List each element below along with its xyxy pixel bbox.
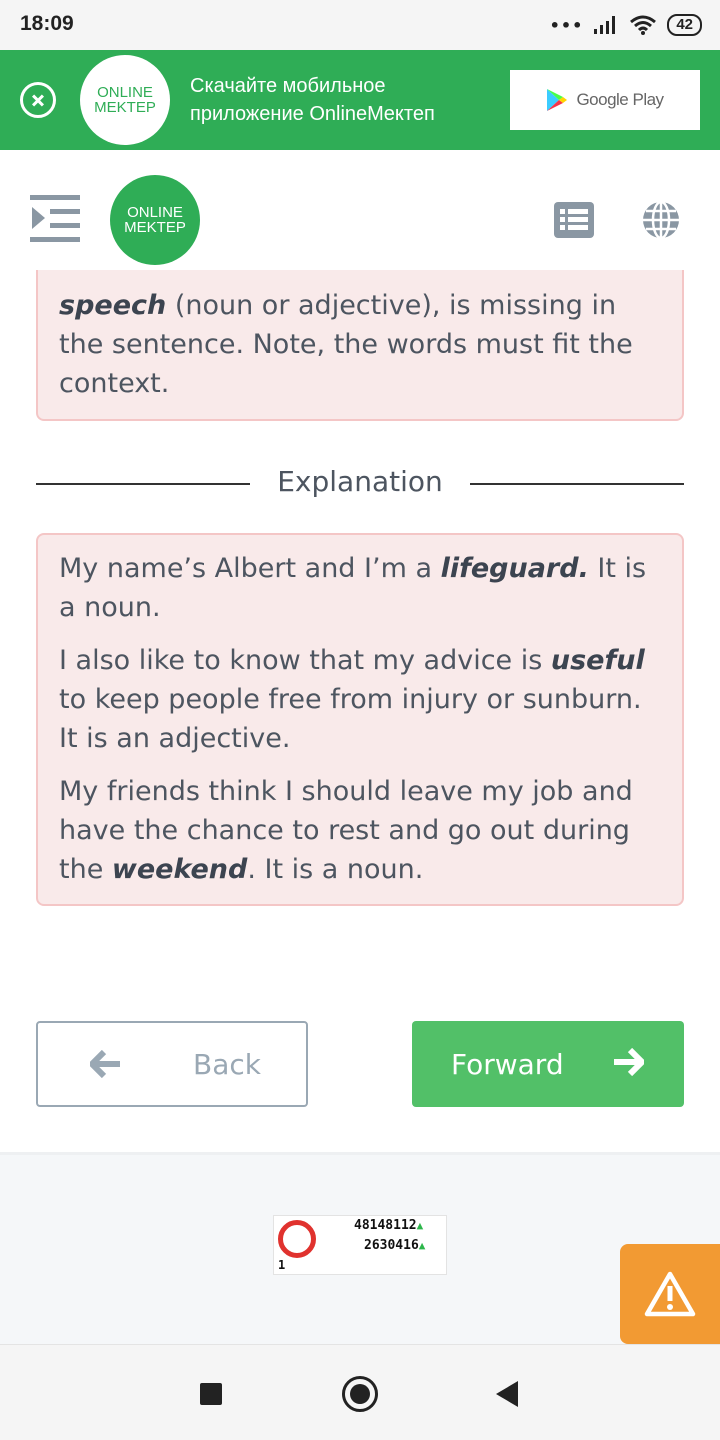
app-promo-banner: ONLINE MEKTEP Скачайте мобильное приложе… bbox=[0, 50, 720, 150]
explanation-card: My name’s Albert and I’m a lifeguard. It… bbox=[36, 533, 684, 906]
back-button[interactable]: Back bbox=[36, 1021, 308, 1107]
text: I also like to know that my advice is bbox=[59, 645, 551, 676]
header-logo[interactable]: ONLINE MEKTEP bbox=[110, 175, 200, 265]
counter-value: 2630416 bbox=[364, 1238, 419, 1253]
report-problem-button[interactable] bbox=[620, 1244, 720, 1344]
status-time: 18:09 bbox=[20, 12, 74, 35]
answer-word: lifeguard. bbox=[440, 553, 589, 584]
list-icon[interactable] bbox=[554, 202, 594, 238]
status-bar: 18:09 ••• 42 bbox=[0, 0, 720, 50]
menu-indent-icon[interactable] bbox=[30, 195, 82, 243]
status-icons: ••• 42 bbox=[550, 12, 702, 38]
signal-icon bbox=[594, 16, 616, 34]
text: . It is a noun. bbox=[247, 854, 424, 885]
task-bold-term: speech bbox=[59, 290, 167, 321]
counter-line2: 2630416▲ bbox=[364, 1238, 426, 1253]
back-triangle-icon[interactable] bbox=[496, 1381, 518, 1407]
site-header: ONLINE MEKTEP bbox=[0, 150, 720, 290]
recent-apps-icon[interactable] bbox=[200, 1383, 222, 1405]
google-play-icon bbox=[547, 89, 568, 111]
system-navigation-bar bbox=[0, 1344, 720, 1440]
forward-button[interactable]: Forward bbox=[412, 1021, 684, 1107]
logo-line2: MEKTEP bbox=[124, 219, 186, 236]
battery-indicator: 42 bbox=[667, 14, 702, 36]
text: My name’s Albert and I’m a bbox=[59, 553, 441, 584]
forward-label: Forward bbox=[451, 1047, 564, 1081]
explanation-heading: Explanation bbox=[277, 465, 443, 498]
onlinemektep-logo: ONLINE MEKTEP bbox=[80, 55, 170, 145]
logo-line2: MEKTEP bbox=[94, 99, 156, 116]
notification-dots: ••• bbox=[549, 15, 584, 35]
counter-logo bbox=[278, 1220, 316, 1258]
explanation-divider: Explanation bbox=[36, 463, 684, 505]
counter-rank: 1 bbox=[278, 1258, 286, 1272]
wifi-icon bbox=[630, 15, 657, 35]
globe-icon[interactable] bbox=[641, 200, 681, 240]
google-play-button[interactable]: Google Play bbox=[510, 70, 700, 130]
logo-line1: ONLINE bbox=[97, 84, 153, 101]
close-icon[interactable] bbox=[20, 82, 56, 118]
answer-word: weekend bbox=[111, 854, 248, 885]
counter-line1: 48148112▲ bbox=[354, 1218, 424, 1233]
home-icon[interactable] bbox=[342, 1376, 378, 1412]
warning-icon bbox=[644, 1271, 696, 1317]
answer-word: useful bbox=[550, 645, 645, 676]
arrow-right-icon bbox=[614, 1048, 644, 1076]
back-label: Back bbox=[193, 1047, 261, 1081]
text: to keep people free from injury or sunbu… bbox=[59, 684, 642, 754]
explanation-paragraph: I also like to know that my advice is us… bbox=[59, 641, 662, 758]
explanation-paragraph: My name’s Albert and I’m a lifeguard. It… bbox=[59, 549, 662, 627]
arrow-left-icon bbox=[90, 1050, 120, 1078]
promo-text: Скачайте мобильное приложение OnlineMeкт… bbox=[190, 75, 435, 125]
visit-counter[interactable]: 48148112▲ 2630416▲ 1 bbox=[273, 1215, 447, 1275]
explanation-paragraph: My friends think I should leave my job a… bbox=[59, 772, 662, 889]
counter-value: 48148112 bbox=[354, 1218, 417, 1233]
task-instruction-card: speech (noun or adjective), is missing i… bbox=[36, 270, 684, 421]
logo-line1: ONLINE bbox=[127, 204, 183, 221]
google-play-label: Google Play bbox=[576, 90, 664, 109]
